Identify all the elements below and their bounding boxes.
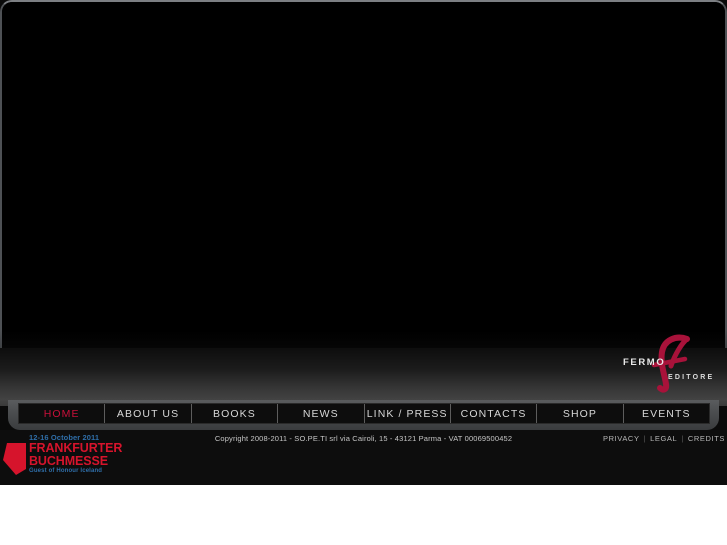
main-content-stage [0,0,727,348]
legal-links: PRIVACY | LEGAL | CREDITS [599,434,727,443]
fbm-tagline: Guest of Honour Iceland [29,468,103,474]
browser-white-background [0,485,727,545]
privacy-link[interactable]: PRIVACY [599,434,644,443]
site-footer: 12-16 October 2011 FRANKFURTER BUCHMESSE… [0,430,727,485]
nav-item-events[interactable]: EVENTS [624,404,709,423]
stage-inner-surface [2,2,725,348]
brand-name-text: FERMO [623,357,665,368]
nav-item-link-press[interactable]: LINK / PRESS [365,404,451,423]
legal-link[interactable]: LEGAL [646,434,681,443]
main-navigation[interactable]: HOME ABOUT US BOOKS NEWS LINK / PRESS CO… [18,403,710,424]
page-root: FERMO EDITORE HOME ABOUT US BOOKS NEWS L… [0,0,727,485]
fbm-line-2: BUCHMESSE [29,453,108,468]
brand-suffix-text: EDITORE [668,374,714,381]
nav-item-home[interactable]: HOME [19,404,106,423]
brand-logo[interactable]: FERMO EDITORE [613,332,717,394]
fbm-arrow-icon [3,443,26,475]
credits-link[interactable]: CREDITS [684,434,727,443]
nav-item-about-us[interactable]: ABOUT US [105,404,192,423]
nav-item-books[interactable]: BOOKS [192,404,279,423]
nav-item-contacts[interactable]: CONTACTS [451,404,538,423]
fbm-line-1: FRANKFURTER [29,441,123,455]
nav-item-news[interactable]: NEWS [278,404,365,423]
nav-item-shop[interactable]: SHOP [537,404,624,423]
